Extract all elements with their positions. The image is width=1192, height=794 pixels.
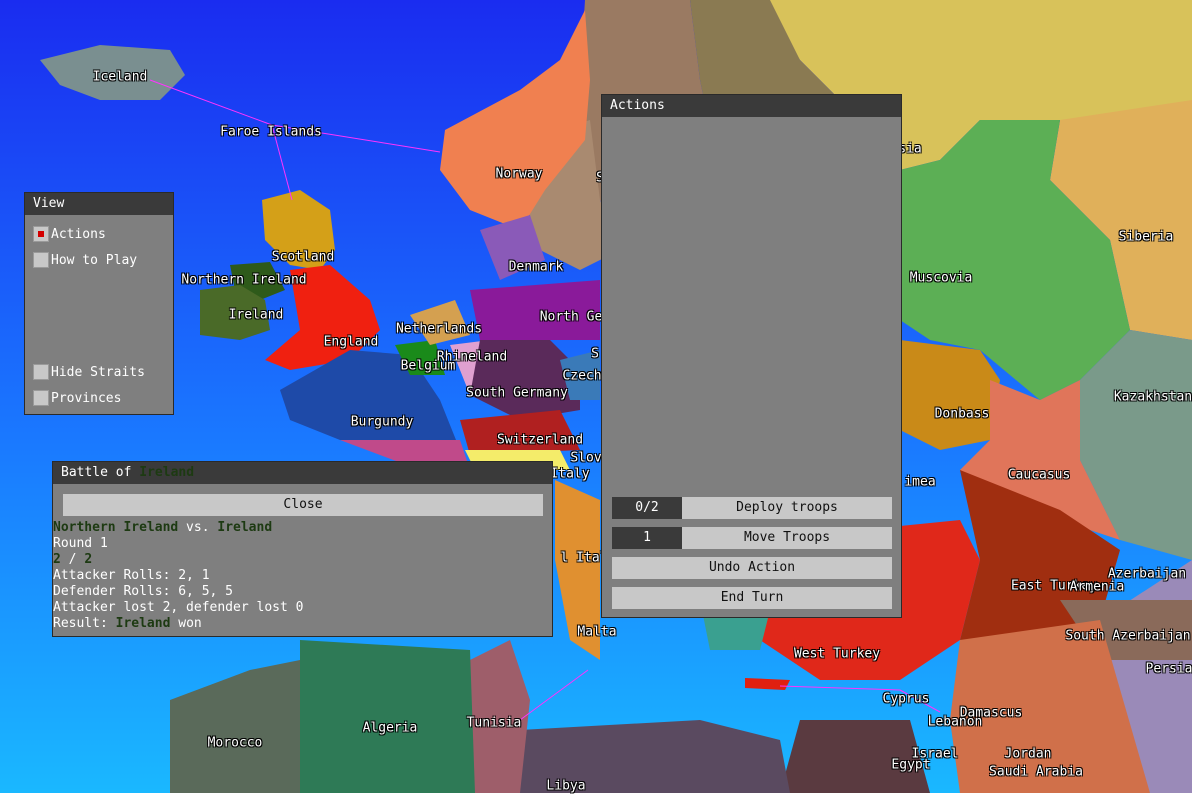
view-provinces-label: Provinces	[51, 390, 122, 406]
battle-defender: Ireland	[217, 520, 273, 535]
move-count: 1	[612, 527, 682, 549]
end-turn-button[interactable]: End Turn	[612, 587, 892, 609]
checkbox-icon	[33, 252, 49, 268]
region-egypt[interactable]	[780, 720, 930, 793]
battle-result-winner: Ireland	[115, 616, 171, 631]
battle-result: Result: Ireland won	[53, 616, 303, 632]
battle-losses: Attacker lost 2, defender lost 0	[53, 600, 304, 615]
battle-title-place: Ireland	[139, 465, 195, 480]
actions-panel-title: Actions	[602, 95, 901, 117]
view-actions-toggle[interactable]: Actions	[33, 225, 106, 243]
battle-attacker: Northern Ireland	[53, 520, 179, 535]
battle-attacker-rolls: Attacker Rolls: 2, 1	[53, 568, 210, 583]
battle-close-button[interactable]: Close	[63, 494, 543, 516]
region-crete[interactable]	[745, 678, 790, 690]
view-how-to-play-label: How to Play	[51, 252, 138, 268]
battle-matchup: Northern Ireland vs. Ireland	[53, 520, 303, 536]
region-north-germany[interactable]	[470, 280, 600, 340]
actions-panel: Actions 0/2 Deploy troops 1 Move Troops …	[601, 94, 902, 618]
battle-defender-rolls: Defender Rolls: 6, 5, 5	[53, 584, 234, 599]
checkbox-icon	[33, 390, 49, 406]
view-panel: View Actions How to Play Hide Straits Pr…	[24, 192, 174, 415]
battle-troop-count: 2 / 2	[53, 552, 303, 568]
battle-panel: Battle of Ireland Close Northern Ireland…	[52, 461, 553, 637]
battle-panel-title: Battle of Ireland	[53, 462, 552, 484]
battle-vs: vs.	[178, 520, 218, 535]
battle-result-suffix: won	[170, 616, 202, 631]
battle-title-prefix: Battle of	[61, 465, 140, 480]
move-troops-button[interactable]: Move Troops	[682, 527, 892, 549]
battle-count-attacker: 2	[53, 552, 61, 567]
deploy-troops-button[interactable]: Deploy troops	[682, 497, 892, 519]
battle-count-defender: 2	[84, 552, 93, 567]
view-provinces-toggle[interactable]: Provinces	[33, 389, 121, 407]
battle-count-sep: /	[60, 552, 85, 567]
region-algeria[interactable]	[300, 640, 475, 793]
checkbox-checked-icon	[33, 226, 49, 242]
battle-round: Round 1	[53, 536, 108, 551]
view-hide-straits-toggle[interactable]: Hide Straits	[33, 363, 145, 381]
undo-action-button[interactable]: Undo Action	[612, 557, 892, 579]
battle-log: Northern Ireland vs. Ireland Round 1 2 /…	[53, 520, 303, 632]
checkbox-icon	[33, 364, 49, 380]
world-map[interactable]	[0, 0, 1192, 793]
view-how-to-play-toggle[interactable]: How to Play	[33, 251, 137, 269]
deploy-count: 0/2	[612, 497, 682, 519]
view-hide-straits-label: Hide Straits	[51, 364, 145, 380]
battle-result-prefix: Result:	[53, 616, 116, 631]
view-panel-title: View	[25, 193, 173, 215]
view-actions-label: Actions	[51, 226, 106, 242]
